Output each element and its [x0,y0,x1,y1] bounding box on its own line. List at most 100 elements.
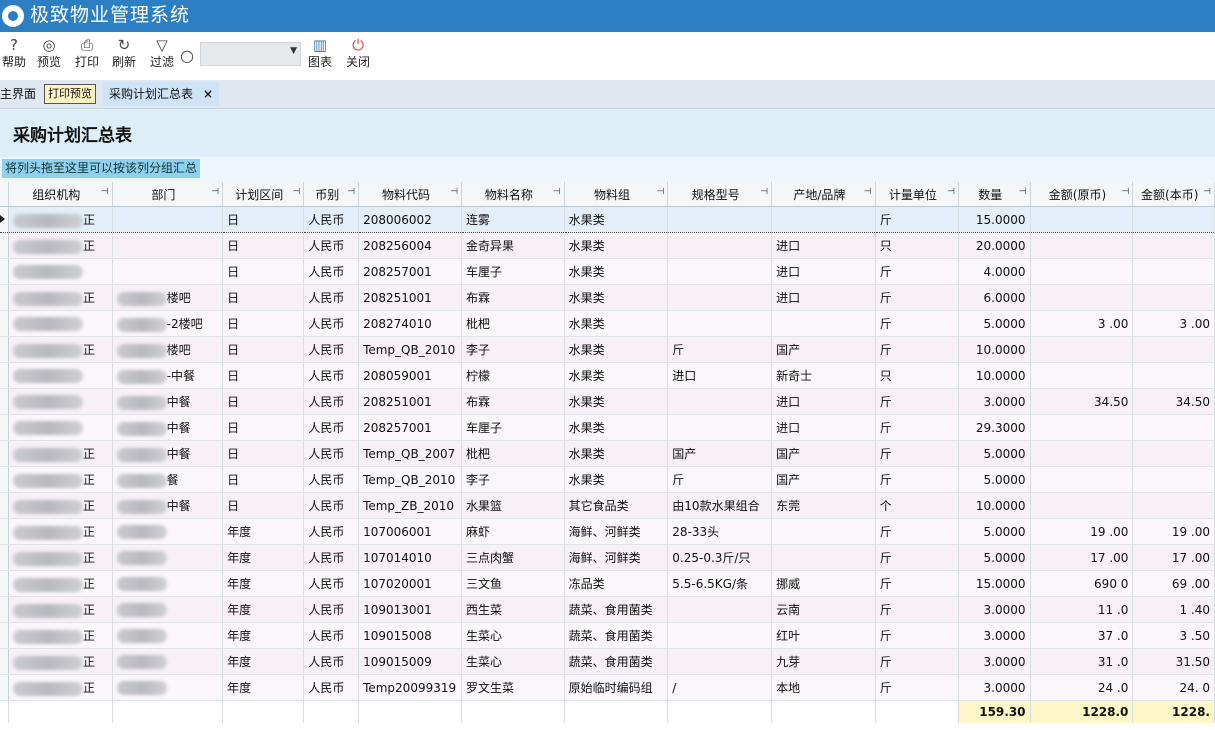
cell-spec[interactable] [667,596,773,623]
table-row[interactable]: 正 日 人民币 208006002 连雾 水果类 斤 15.0000 [0,206,1215,233]
table-row[interactable]: 正 中餐 日 人民币 Temp_ZB_2010 水果篮 其它食品类 由10款水果组合 东莞 个 10… [0,492,1215,519]
column-header[interactable]: 物料名称 ⊣ [461,182,565,207]
cell-qty[interactable]: 15.0000 [958,570,1031,597]
cell-spec[interactable] [667,310,773,337]
cell-unit[interactable]: 只 [875,232,959,259]
pin-icon[interactable]: ⊣ [864,187,872,197]
cell-org[interactable]: 正 [8,622,113,649]
cell-dept[interactable] [112,258,224,285]
tab-print-preview[interactable]: 打印预览 [44,84,96,104]
table-row[interactable]: 正 年度 人民币 109015008 生菜心 蔬菜、食用菌类 红叶 斤 3.0000 37 .0 3… [0,622,1215,649]
cell-dept[interactable]: -2楼吧 [112,310,224,337]
row-indicator[interactable] [0,492,9,519]
cell-amt[interactable] [1030,232,1134,259]
cell-origin[interactable]: 国产 [771,440,876,467]
column-header[interactable]: 币别 ⊣ [303,182,360,207]
cell-currency[interactable]: 人民币 [303,258,360,285]
cell-name[interactable]: 麻虾 [461,518,565,545]
group-drop-area[interactable]: 将列头拖至这里可以按该列分组汇总 [0,157,1215,182]
print-button[interactable]: ⎙ 打印 [75,36,99,70]
column-header[interactable]: 部门 ⊣ [112,182,224,207]
table-row[interactable]: 中餐 日 人民币 208257001 车厘子 水果类 进口 斤 29.3000 [0,414,1215,441]
cell-dept[interactable] [112,674,224,701]
cell-qty[interactable]: 6.0000 [958,284,1031,311]
cell-group[interactable]: 水果类 [564,440,669,467]
cell-name[interactable]: 金奇异果 [461,232,565,259]
cell-qty[interactable]: 3.0000 [958,388,1031,415]
column-header[interactable]: 组织机构 ⊣ [8,182,113,207]
cell-group[interactable]: 水果类 [564,336,669,363]
cell-amt_local[interactable]: 69 .00 [1132,570,1215,597]
cell-currency[interactable]: 人民币 [303,492,360,519]
cell-code[interactable]: 208257001 [358,414,463,441]
cell-origin[interactable]: 进口 [771,388,876,415]
cell-org[interactable] [8,388,113,415]
cell-qty[interactable]: 10.0000 [958,362,1031,389]
cell-period[interactable]: 日 [222,362,305,389]
cell-group[interactable]: 蔬菜、食用菌类 [564,596,669,623]
cell-period[interactable]: 年度 [222,622,305,649]
cell-code[interactable]: 109015009 [358,648,463,675]
cell-amt_local[interactable] [1132,492,1215,519]
cell-amt_local[interactable]: 31.50 [1132,648,1215,675]
cell-org[interactable]: 正 [8,674,113,701]
cell-org[interactable] [8,414,113,441]
preview-button[interactable]: ◎ 预览 [37,36,61,70]
cell-code[interactable]: 208006002 [358,206,463,233]
cell-group[interactable]: 蔬菜、食用菌类 [564,648,669,675]
cell-code[interactable]: 107006001 [358,518,463,545]
cell-dept[interactable]: 楼吧 [112,336,224,363]
cell-spec[interactable] [667,622,773,649]
cell-name[interactable]: 西生菜 [461,596,565,623]
cell-origin[interactable]: 本地 [771,674,876,701]
cell-period[interactable]: 日 [222,336,305,363]
cell-unit[interactable]: 斤 [875,284,959,311]
cell-qty[interactable]: 3.0000 [958,596,1031,623]
cell-org[interactable]: 正 [8,492,113,519]
cell-name[interactable]: 水果篮 [461,492,565,519]
cell-dept[interactable]: 中餐 [112,388,224,415]
row-indicator[interactable] [0,440,9,467]
cell-amt_local[interactable] [1132,232,1215,259]
cell-period[interactable]: 年度 [222,648,305,675]
cell-period[interactable]: 年度 [222,674,305,701]
cell-period[interactable]: 日 [222,310,305,337]
pin-icon[interactable]: ⊣ [947,187,955,197]
cell-period[interactable]: 日 [222,466,305,493]
column-header[interactable]: 计量单位 ⊣ [875,182,959,207]
cell-code[interactable]: Temp_QB_2010 [358,466,463,493]
cell-group[interactable]: 水果类 [564,388,669,415]
pin-icon[interactable]: ⊣ [1019,187,1027,197]
cell-amt[interactable]: 11 .0 [1030,596,1134,623]
cell-origin[interactable] [771,518,876,545]
cell-origin[interactable] [771,544,876,571]
cell-currency[interactable]: 人民币 [303,648,360,675]
cell-group[interactable]: 水果类 [564,258,669,285]
cell-period[interactable]: 年度 [222,596,305,623]
cell-org[interactable] [8,362,113,389]
cell-origin[interactable]: 挪威 [771,570,876,597]
cell-code[interactable]: Temp20099319 [358,674,463,701]
cell-spec[interactable]: / [667,674,773,701]
cell-amt_local[interactable]: 3 .50 [1132,622,1215,649]
cell-org[interactable]: 正 [8,648,113,675]
cell-origin[interactable]: 国产 [771,466,876,493]
cell-name[interactable]: 枇杷 [461,440,565,467]
cell-spec[interactable] [667,388,773,415]
column-header[interactable]: 数量 ⊣ [958,182,1031,207]
cell-currency[interactable]: 人民币 [303,232,360,259]
cell-amt_local[interactable] [1132,414,1215,441]
column-header[interactable]: 物料组 ⊣ [564,182,669,207]
cell-code[interactable]: 109015008 [358,622,463,649]
cell-name[interactable]: 罗文生菜 [461,674,565,701]
cell-org[interactable] [8,258,113,285]
row-indicator[interactable] [0,674,9,701]
cell-amt_local[interactable]: 24. 0 [1132,674,1215,701]
cell-unit[interactable]: 斤 [875,622,959,649]
search-combo[interactable]: ▼ [200,42,301,66]
cell-amt[interactable] [1030,206,1134,233]
cell-amt[interactable]: 690 0 [1030,570,1134,597]
cell-spec[interactable] [667,232,773,259]
cell-unit[interactable]: 斤 [875,518,959,545]
search-input[interactable] [201,43,289,63]
